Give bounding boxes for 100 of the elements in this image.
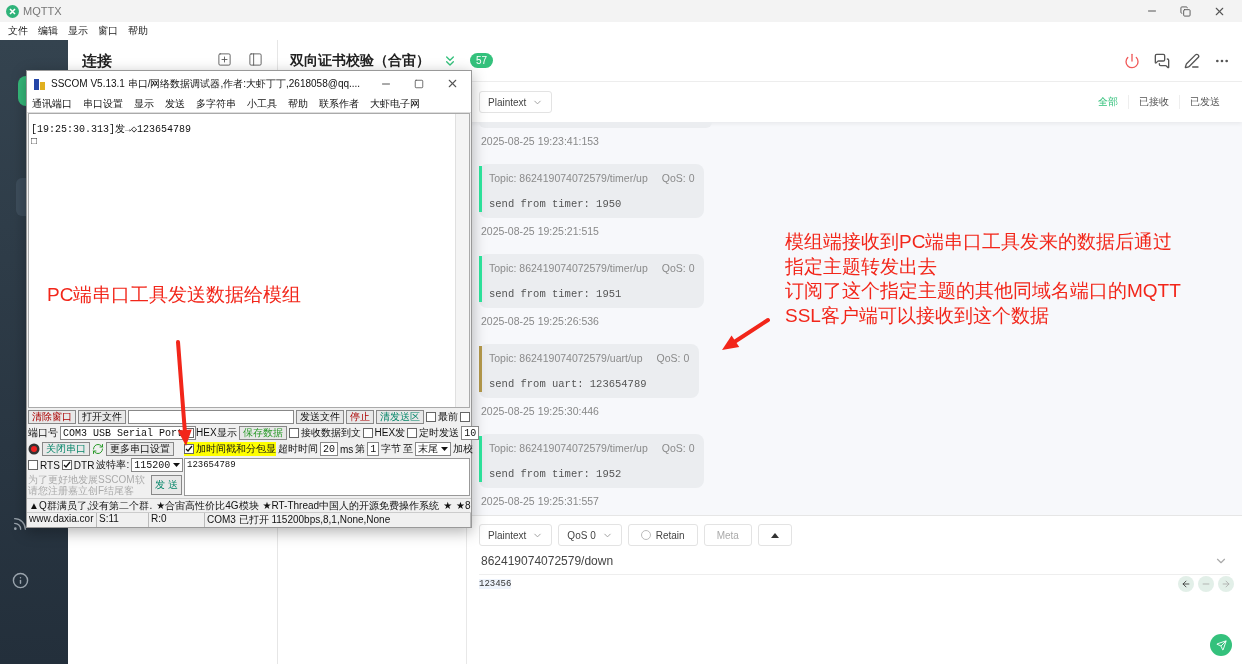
ticker-text: ▲Q群满员了,没有第二个群. (29, 498, 153, 513)
annotation-text: PC端串口工具发送数据给模组 (47, 283, 302, 307)
send-button[interactable] (1210, 634, 1232, 656)
timeout-field[interactable]: 20 (320, 442, 338, 456)
open-file-button[interactable]: 打开文件 (78, 410, 126, 424)
message-time: 2025-08-25 19:25:21:515 (481, 225, 599, 239)
menu-item[interactable]: 帮助 (288, 97, 308, 111)
topic-input[interactable]: 862419074072579/down (481, 554, 614, 568)
edit-icon[interactable] (1184, 52, 1200, 69)
menu-item[interactable]: 显示 (68, 24, 88, 38)
caret-down-icon (173, 463, 181, 467)
status-text: R:0 (149, 513, 205, 527)
unit-label: ms (340, 443, 354, 455)
add-icon[interactable] (217, 52, 232, 67)
send-text-field[interactable]: 123654789 (184, 458, 470, 496)
receive-line: □ (31, 136, 38, 147)
status-text: COM3 已打开 115200bps,8,1,None,None (205, 513, 471, 527)
checkbox[interactable]: 定时发送 (407, 426, 460, 440)
menu-item[interactable]: 串口设置 (83, 97, 123, 111)
menu-item[interactable]: 大虾电子网 (370, 97, 420, 111)
app-logo-icon (6, 4, 19, 18)
refresh-icon[interactable] (92, 443, 104, 455)
payload-input[interactable]: 123456 (479, 579, 512, 589)
message-payload: send from timer: 1951 (489, 288, 623, 300)
restore-icon[interactable] (1180, 5, 1191, 17)
message-topic: Topic: 862419074072579/uart/up (489, 352, 643, 364)
message-qos: QoS: 0 (656, 352, 690, 364)
interval-field[interactable]: 10 (461, 426, 480, 440)
retain-toggle[interactable]: Retain (627, 524, 698, 546)
from-field[interactable]: 1 (367, 442, 380, 456)
file-path-field[interactable] (128, 410, 294, 424)
app-icon (33, 76, 47, 91)
filter-tab[interactable]: 已发送 (1179, 95, 1230, 109)
panel-icon[interactable] (248, 52, 263, 67)
ticker-text: ★RT-Thread中国人的开源免费操作系统 (262, 498, 440, 513)
clear-send-button[interactable]: 清发送区 (376, 410, 424, 424)
message-topic: Topic: 862419074072579/timer/up (489, 442, 648, 454)
message-payload: send from timer: 1952 (489, 468, 623, 480)
avatar[interactable] (18, 76, 26, 106)
menu-item[interactable]: 小工具 (247, 97, 277, 111)
info-icon[interactable] (11, 572, 29, 589)
stop-button[interactable]: 停止 (346, 410, 374, 424)
ticker-text: ★合宙高性价比4G模块 (156, 498, 259, 513)
message-time: 2025-08-25 19:25:26:536 (481, 315, 599, 329)
message-time: 2025-08-25 19:25:30:446 (481, 405, 599, 419)
status-text: S:11 (97, 513, 149, 527)
menu-item[interactable]: 多字符串 (196, 97, 236, 111)
menu-item[interactable]: 发送 (165, 97, 185, 111)
checkbox[interactable]: RTS (28, 459, 60, 471)
format-select[interactable]: Plaintext (479, 524, 553, 546)
message-time: 2025-08-25 19:25:31:557 (481, 495, 599, 509)
send-icon (1215, 639, 1227, 651)
power-icon[interactable] (1124, 52, 1140, 69)
send-file-button[interactable]: 发送文件 (296, 410, 344, 424)
checkbox[interactable]: 最前 (426, 410, 458, 424)
message-time: 2025-08-25 19:23:41:153 (481, 135, 599, 149)
expand-button[interactable] (757, 524, 792, 546)
ticker-text: ★ (443, 500, 453, 511)
annotation-text: 模组端接收到PC端串口工具发来的数据后通过 指定主题转发出去 订阅了这个指定主题的其他同域名端口的MQTT SSL客户端可以接收到这个数据 (785, 230, 1181, 329)
check-icon (62, 461, 71, 469)
filter-tab[interactable]: 已接收 (1128, 95, 1179, 109)
window-title: SSCOM V5.13.1 串口/网络数据调试器,作者:大虾丁丁,2618058@qq.... (51, 76, 361, 91)
rss-icon[interactable] (12, 516, 28, 532)
close-icon[interactable] (446, 77, 459, 90)
checkbox[interactable]: HEX发 (362, 426, 406, 440)
checkbox[interactable] (460, 412, 470, 422)
qos-select[interactable]: QoS 0 (558, 524, 622, 546)
port-label: 端口号 (28, 426, 58, 440)
message-count: 57 (470, 53, 494, 68)
back-icon[interactable] (1178, 576, 1194, 592)
maximize-icon[interactable] (414, 78, 424, 89)
message-qos: QoS: 0 (661, 262, 695, 274)
panel-title: 连接 (82, 52, 112, 71)
baud-select[interactable]: 115200 (131, 458, 184, 472)
checkbox[interactable]: DTR (61, 459, 95, 471)
menu-item[interactable]: 联系作者 (319, 97, 359, 111)
menu-item[interactable]: 文件 (8, 24, 28, 38)
more-settings-button[interactable]: 更多串口设置 (106, 442, 174, 456)
menu-item[interactable]: 窗口 (98, 24, 118, 38)
menu-item[interactable]: 帮助 (128, 24, 148, 38)
close-port-button[interactable]: 关闭串口 (42, 442, 90, 456)
menu-item[interactable]: 显示 (134, 97, 154, 111)
menu-item[interactable]: 通讯端口 (32, 97, 72, 111)
ticker-text: ★8 (456, 500, 471, 511)
checkbox[interactable]: 加时间戳和分包显 (184, 442, 276, 456)
byte-label: 字节 (381, 442, 402, 456)
clear-button[interactable]: 清除窗口 (28, 410, 76, 424)
checkbox[interactable]: 接收数据到文 (288, 426, 361, 440)
receive-line: [19:25:30.313]发→◇123654789 (31, 123, 193, 136)
format-select[interactable]: Plaintext (479, 91, 553, 113)
chat-icon[interactable] (1154, 52, 1170, 69)
message-topic: Topic: 862419074072579/timer/up (489, 262, 648, 274)
to-select[interactable]: 末尾 (415, 442, 452, 456)
port-status-icon (28, 443, 40, 455)
send-button[interactable]: 发 送 (151, 475, 182, 495)
message-qos: QoS: 0 (661, 172, 695, 184)
connection-name: 双向证书校验（合宙） (290, 51, 430, 70)
menu-item[interactable]: 编辑 (38, 24, 58, 38)
scrollbar[interactable] (455, 114, 469, 407)
checksum-label: 加校 (453, 442, 474, 456)
